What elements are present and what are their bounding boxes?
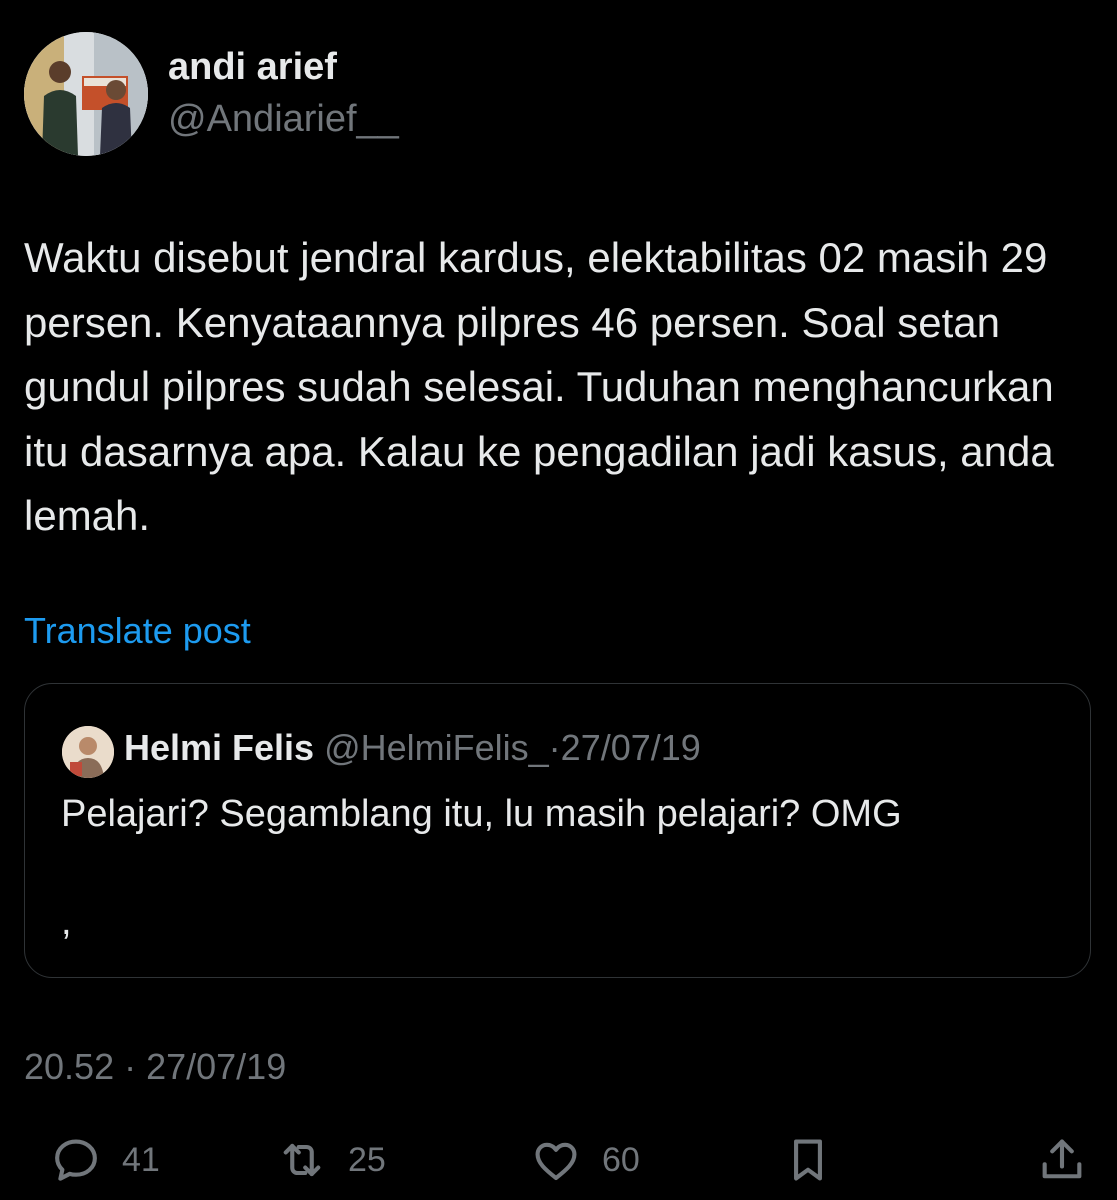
reply-button[interactable]: 41 bbox=[50, 1130, 160, 1190]
reply-count: 41 bbox=[122, 1140, 160, 1179]
translate-post-link[interactable]: Translate post bbox=[24, 610, 251, 652]
share-upload-icon bbox=[1042, 1139, 1082, 1179]
author-avatar-photo bbox=[24, 32, 148, 156]
quoted-separator: · bbox=[548, 727, 561, 768]
post-text: Waktu disebut jendral kardus, elektabili… bbox=[24, 234, 1054, 539]
bookmark-button[interactable] bbox=[782, 1130, 834, 1190]
post-timestamp[interactable]: 20.52 · 27/07/19 bbox=[24, 1046, 286, 1088]
quoted-post-card[interactable]: Helmi Felis @HelmiFelis_·27/07/19 Pelaja… bbox=[24, 683, 1091, 978]
repost-button[interactable]: 25 bbox=[276, 1130, 386, 1190]
quoted-author-avatar bbox=[62, 726, 114, 778]
heart-icon bbox=[535, 1142, 577, 1181]
quoted-author-handle: @HelmiFelis_ bbox=[324, 727, 549, 768]
quoted-author-name: Helmi Felis bbox=[124, 727, 315, 768]
like-count: 60 bbox=[602, 1140, 640, 1179]
quoted-avatar-photo bbox=[62, 726, 114, 778]
repost-arrows-icon bbox=[283, 1143, 321, 1177]
action-bar: 41 25 60 bbox=[0, 1130, 1117, 1190]
author-display-name[interactable]: andi arief bbox=[168, 46, 337, 89]
quoted-post-extra-line: , bbox=[61, 901, 72, 943]
speech-bubble-icon bbox=[55, 1139, 97, 1181]
share-button[interactable] bbox=[1036, 1130, 1088, 1190]
like-button[interactable]: 60 bbox=[530, 1130, 640, 1190]
quoted-post-date: 27/07/19 bbox=[560, 727, 701, 768]
author-avatar[interactable] bbox=[24, 32, 148, 156]
quoted-post-text: Pelajari? Segamblang itu, lu masih pelaj… bbox=[61, 793, 902, 835]
quoted-post-header: Helmi Felis @HelmiFelis_·27/07/19 bbox=[124, 726, 701, 770]
bookmark-icon bbox=[794, 1139, 822, 1181]
repost-count: 25 bbox=[348, 1140, 386, 1179]
author-handle[interactable]: @Andiarief__ bbox=[168, 98, 399, 141]
